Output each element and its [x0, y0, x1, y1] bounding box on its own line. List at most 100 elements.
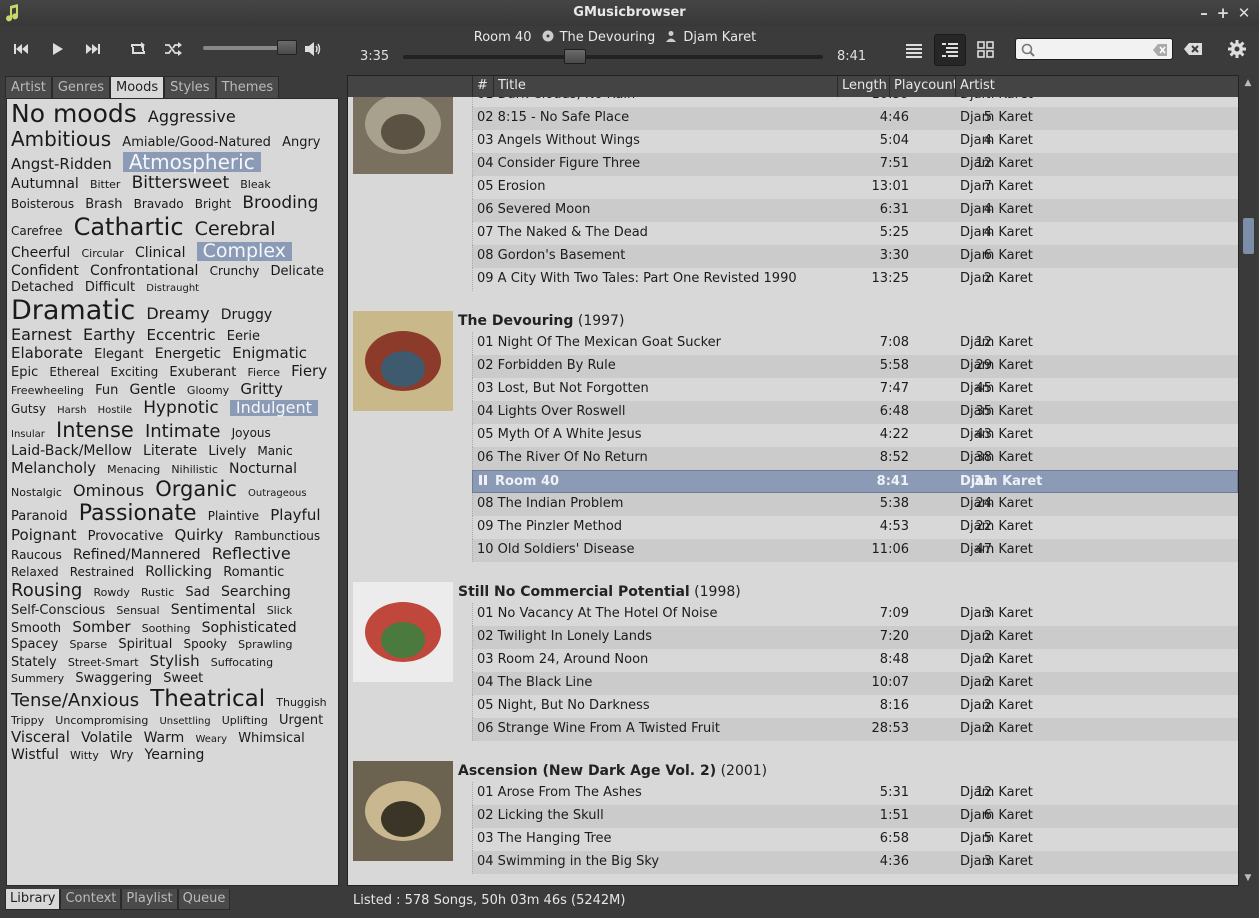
mood-tag[interactable]: Clinical — [135, 246, 185, 260]
settings-button[interactable] — [1222, 34, 1252, 64]
mood-tag[interactable]: Laid-Back/Mellow — [11, 444, 132, 458]
mood-tag[interactable]: Tense/Anxious — [11, 692, 139, 710]
table-row[interactable]: 04 Swimming in the Big Sky 4:36 3 Djam Kare… — [472, 851, 1238, 874]
mood-tag[interactable]: Dramatic — [11, 297, 135, 324]
mood-tag[interactable]: Self-Conscious — [11, 604, 105, 617]
mood-tag[interactable]: Melancholy — [11, 461, 96, 476]
mood-tag[interactable]: Eerie — [227, 330, 260, 343]
mood-tag[interactable]: Druggy — [221, 308, 272, 322]
vertical-scrollbar[interactable]: ▲ ▼ — [1240, 75, 1256, 886]
mood-tag[interactable]: Spiritual — [118, 638, 172, 651]
mood-tag[interactable]: Lively — [208, 445, 246, 458]
mood-tag[interactable]: Amiable/Good-Natured — [122, 136, 271, 149]
tab-themes[interactable]: Themes — [215, 76, 280, 98]
mood-tag[interactable]: Outrageous — [248, 489, 307, 499]
mood-tag[interactable]: Delicate — [271, 265, 324, 278]
mood-tag[interactable]: Spooky — [183, 638, 227, 650]
mood-tag[interactable]: Wry — [110, 749, 133, 761]
mood-tag[interactable]: Confident — [11, 264, 79, 278]
tab-genres[interactable]: Genres — [51, 76, 110, 98]
mood-tag[interactable]: Carefree — [11, 225, 62, 237]
tab-styles[interactable]: Styles — [164, 76, 216, 98]
mood-tag[interactable]: Fiery — [291, 364, 327, 379]
volume-slider[interactable] — [203, 40, 298, 55]
mood-tag[interactable]: Angst-Ridden — [11, 157, 112, 172]
tab-context[interactable]: Context — [60, 889, 122, 910]
minimize-button[interactable]: – — [1194, 3, 1214, 23]
mood-tag[interactable]: Rambunctious — [234, 530, 320, 542]
seek-bar[interactable] — [403, 49, 823, 64]
search-box[interactable] — [1015, 38, 1173, 60]
now-playing-artist[interactable]: Djam Karet — [683, 30, 756, 45]
mood-tag[interactable]: Intimate — [145, 423, 220, 441]
album-cover[interactable] — [353, 582, 453, 682]
mood-tag[interactable]: Earnest — [11, 327, 72, 343]
mood-tag[interactable]: Suffocating — [211, 657, 273, 668]
column-playcount[interactable]: Playcount — [889, 76, 955, 97]
table-row[interactable]: 05 Erosion 13:01 7 Djam Karet — [472, 176, 1238, 199]
table-row[interactable]: 01 Dark Clouds, No Rain10:594Djam Karet — [472, 97, 1238, 107]
mood-tag[interactable]: Rustic — [141, 587, 174, 598]
mood-tag[interactable]: Difficult — [85, 281, 135, 294]
table-row[interactable]: 05 Night, But No Darkness 8:16 2 Djam Karet — [472, 695, 1238, 718]
mood-tag[interactable]: Provocative — [88, 530, 164, 543]
mood-tag[interactable]: Indulgent — [229, 400, 318, 416]
table-row[interactable]: 02 Licking the Skull 1:51 6 Djam Karet — [472, 805, 1238, 828]
mood-tag[interactable]: Playful — [270, 508, 320, 523]
mood-tag[interactable]: Intense — [56, 420, 134, 441]
tab-artist[interactable]: Artist — [5, 76, 52, 98]
table-row[interactable]: 03 Angels Without Wings 5:04 4 Djam Karet — [472, 130, 1238, 153]
mood-tag[interactable]: Swaggering — [75, 672, 152, 685]
table-row[interactable]: 04 The Black Line 10:07 2 Djam Karet — [472, 672, 1238, 695]
mood-tag[interactable]: Trippy — [11, 715, 44, 726]
mood-tag[interactable]: Stately — [11, 656, 57, 669]
mood-tag[interactable]: Sophisticated — [202, 621, 297, 635]
table-row[interactable]: 01 Night Of The Mexican Goat Sucker 7:08 1… — [472, 332, 1238, 355]
mood-tag[interactable]: Rollicking — [145, 565, 212, 579]
mood-tag[interactable]: Soothing — [142, 623, 191, 634]
seek-handle[interactable] — [564, 49, 587, 64]
mood-tag[interactable]: Exuberant — [169, 366, 236, 379]
mood-tag[interactable]: Spacey — [11, 638, 58, 651]
column-length[interactable]: Length — [837, 76, 889, 97]
table-row[interactable]: 04 Lights Over Roswell 6:48 35 Djam Karet — [472, 401, 1238, 424]
now-playing-album[interactable]: The Devouring — [560, 30, 656, 45]
mood-tag[interactable]: Gloomy — [187, 385, 229, 396]
table-row[interactable]: 08 Gordon's Basement 3:30 6 Djam Karet — [472, 245, 1238, 268]
mood-tag[interactable]: Summery — [11, 673, 64, 684]
repeat-button[interactable] — [123, 34, 153, 64]
mood-tag[interactable]: Visceral — [11, 730, 70, 745]
mood-tag[interactable]: Sad — [185, 586, 209, 599]
mood-tag[interactable]: Rousing — [11, 582, 82, 600]
mood-tag[interactable]: Aggressive — [148, 109, 236, 125]
mood-tag[interactable]: Sweet — [163, 672, 203, 685]
table-row[interactable]: 05 Myth Of A White Jesus 4:22 43 Djam Karet — [472, 424, 1238, 447]
close-button[interactable]: ✕ — [1234, 3, 1254, 23]
mood-tag[interactable]: Crunchy — [210, 265, 260, 277]
mood-tag[interactable]: Cerebral — [195, 220, 276, 239]
mood-tag[interactable]: Gutsy — [11, 403, 46, 415]
mood-tag[interactable]: Exciting — [111, 366, 159, 378]
mood-tag[interactable]: Elaborate — [11, 346, 83, 361]
table-row[interactable]: 03 Room 24, Around Noon 8:48 2 Djam Karet — [472, 649, 1238, 672]
clear-search-icon[interactable] — [1152, 43, 1168, 57]
mood-tag[interactable]: Theatrical — [150, 688, 265, 711]
mood-tag[interactable]: Sensual — [116, 605, 159, 616]
list-view-button[interactable] — [898, 34, 930, 66]
mood-tag[interactable]: Restrained — [70, 566, 134, 578]
album-title[interactable]: Still No Commercial Potential (1998) — [458, 582, 741, 603]
mood-tag[interactable]: Weary — [195, 735, 227, 745]
album-cover[interactable] — [353, 761, 453, 861]
mood-tag[interactable]: Sparse — [69, 639, 107, 650]
mood-tag[interactable]: Raucous — [11, 549, 62, 561]
mood-tag[interactable]: Rowdy — [93, 587, 129, 598]
mood-tag[interactable]: Hostile — [98, 406, 132, 416]
mood-tag[interactable]: Whimsical — [238, 732, 304, 745]
scroll-thumb[interactable] — [1243, 218, 1254, 254]
mood-tag[interactable]: Nocturnal — [229, 462, 297, 476]
scroll-up-icon[interactable]: ▲ — [1243, 78, 1253, 88]
mood-tag[interactable]: Cathartic — [74, 215, 184, 239]
mood-tag[interactable]: Ominous — [73, 483, 144, 499]
mood-tag[interactable]: Plaintive — [208, 510, 259, 522]
table-row[interactable]: 07 The Naked & The Dead 5:25 4 Djam Karet — [472, 222, 1238, 245]
